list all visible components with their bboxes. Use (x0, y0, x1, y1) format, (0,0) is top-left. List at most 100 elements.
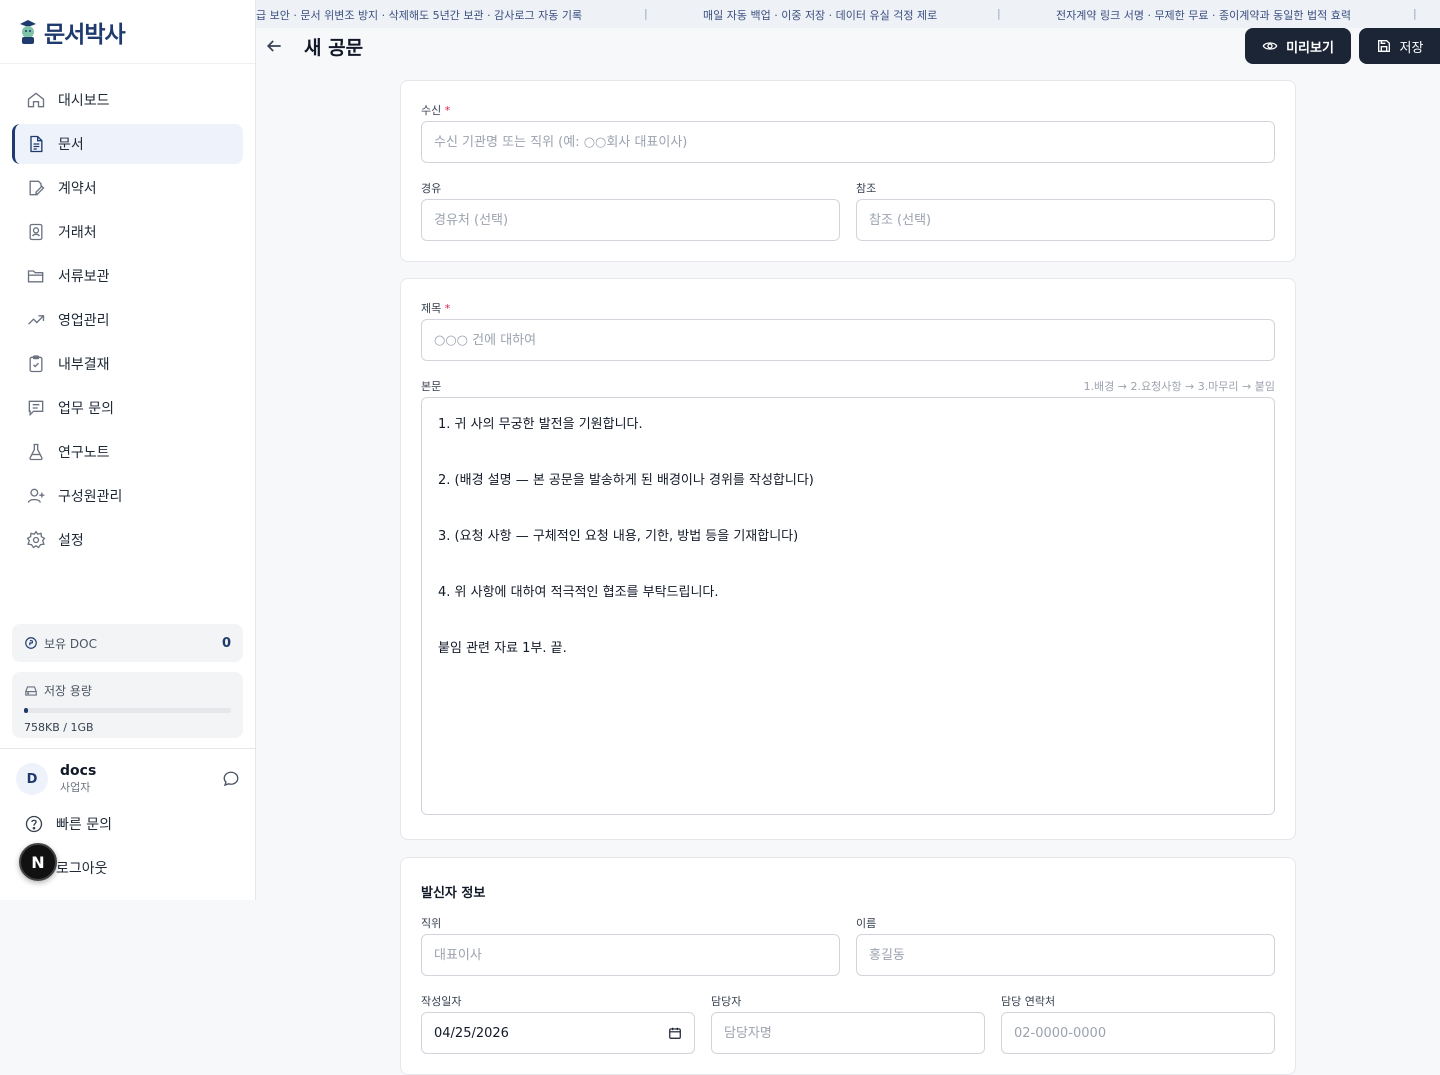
manager-input[interactable] (711, 1012, 985, 1054)
flask-icon (29, 443, 43, 461)
sidebar-item-dashboard[interactable]: 대시보드 (12, 80, 243, 120)
trend-icon (28, 315, 45, 325)
next-dev-badge[interactable]: N (19, 843, 57, 881)
required-mark: * (444, 302, 451, 315)
sidebar-item-approval[interactable]: 내부결재 (12, 344, 243, 384)
title-label-text: 제목 (421, 302, 442, 315)
date-value: 04/25/2026 (434, 1025, 509, 1041)
ticker-item: 매일 자동 백업 · 이중 저장 · 데이터 유실 걱정 제로 (703, 9, 938, 22)
sidebar-item-members[interactable]: 구성원관리 (12, 476, 243, 516)
recipient-label: 수신 * (421, 102, 450, 118)
logo-icon (20, 19, 36, 44)
message-icon (28, 400, 44, 417)
preview-button[interactable]: 미리보기 (1245, 28, 1351, 64)
sidebar-item-label: 서류보관 (58, 269, 110, 285)
contact-input[interactable] (1001, 1012, 1275, 1054)
recipient-label-text: 수신 (421, 104, 442, 117)
chat-icon[interactable] (222, 770, 240, 788)
sidebar-item-sales[interactable]: 영업관리 (12, 300, 243, 340)
gear-icon (26, 530, 46, 549)
sidebar-item-inquiry[interactable]: 업무 문의 (12, 388, 243, 428)
quick-inquiry-label: 빠른 문의 (56, 817, 112, 833)
sidebar-item-settings[interactable]: 설정 (12, 520, 243, 560)
divider (0, 748, 255, 749)
sidebar-item-label: 업무 문의 (58, 401, 114, 417)
position-label: 직위 (421, 917, 442, 930)
contract-icon (29, 180, 45, 196)
app-logo[interactable]: 문서박사 (0, 0, 255, 64)
sidebar-item-documents[interactable]: 문서 (12, 124, 243, 164)
ticker-separator: | (1413, 7, 1417, 20)
hard-drive-icon (25, 685, 37, 696)
body-label: 본문 (421, 380, 442, 393)
document-icon (30, 135, 43, 153)
save-button-label: 저장 (1399, 40, 1424, 56)
recipient-input[interactable] (421, 121, 1275, 163)
ticker-separator: | (997, 7, 1001, 20)
body-textarea[interactable]: 1. 귀 사의 무궁한 발전을 기원합니다. 2. (배경 설명 — 본 공문을… (421, 397, 1275, 815)
title-label: 제목 * (421, 300, 450, 316)
position-input[interactable] (421, 934, 840, 976)
sidebar-item-label: 문서 (58, 137, 84, 153)
doc-balance-value: 0 (221, 635, 231, 651)
preview-button-label: 미리보기 (1286, 40, 1334, 56)
ticker-separator: | (644, 7, 648, 20)
sidebar-item-contracts[interactable]: 계약서 (12, 168, 243, 208)
user-profile[interactable]: D docs 사업자 (16, 760, 240, 798)
name-input[interactable] (856, 934, 1275, 976)
coin-icon (25, 637, 37, 649)
eye-icon (1262, 42, 1278, 50)
app-name: 문서박사 (44, 21, 126, 48)
storage-card: 저장 용량 758KB / 1GB (12, 672, 243, 738)
body-structure-hint: 1.배경 → 2.요청사항 → 3.마무리 → 붙임 (1083, 380, 1275, 393)
sidebar-item-label: 영업관리 (58, 313, 110, 329)
help-circle-icon (25, 815, 43, 833)
cc-input[interactable] (856, 199, 1275, 241)
logout-label: 로그아웃 (56, 861, 108, 877)
sidebar-nav: 대시보드 문서 계약서 거래처 서류보관 영업관리 내부결재 업무 문의 연구노… (0, 64, 255, 560)
user-plus-icon (27, 488, 45, 503)
recipient-panel: 수신 * 경유 참조 (400, 80, 1296, 262)
via-label: 경유 (421, 182, 442, 195)
via-input[interactable] (421, 199, 840, 241)
sidebar-item-label: 거래처 (58, 225, 97, 241)
avatar: D (16, 763, 48, 795)
doc-balance-label: 보유 DOC (44, 636, 97, 651)
calendar-icon[interactable] (668, 1026, 682, 1040)
body-line: 2. (배경 설명 — 본 공문을 발송하게 된 배경이나 경위를 작성합니다) (438, 473, 814, 488)
save-icon (1377, 40, 1390, 52)
content-panel: 제목 * 본문 1.배경 → 2.요청사항 → 3.마무리 → 붙임 1. 귀 … (400, 278, 1296, 840)
notice-ticker: 급 보안 · 문서 위변조 방지 · 삭제해도 5년간 보관 · 감사로그 자동… (256, 0, 1440, 28)
quick-inquiry-link[interactable]: 빠른 문의 (24, 812, 112, 836)
body-line: 3. (요청 사항 — 구체적인 요청 내용, 기한, 방법 등을 기재합니다) (438, 529, 799, 544)
body-line: 4. 위 사항에 대하여 적극적인 협조를 부탁드립니다. (438, 585, 719, 600)
user-name: docs (60, 763, 97, 779)
back-arrow-icon[interactable] (264, 36, 284, 56)
sidebar-item-label: 연구노트 (58, 445, 110, 461)
sidebar-item-label: 설정 (58, 533, 84, 549)
storage-value: 758KB / 1GB (24, 721, 94, 734)
user-role: 사업자 (60, 781, 91, 794)
storage-bar-fill (24, 708, 29, 713)
ticker-item: 급 보안 · 문서 위변조 방지 · 삭제해도 5년간 보관 · 감사로그 자동… (256, 9, 583, 22)
title-input[interactable] (421, 319, 1275, 361)
sidebar-item-label: 계약서 (58, 181, 97, 197)
folder-icon (27, 270, 44, 283)
sidebar-item-archive[interactable]: 서류보관 (12, 256, 243, 296)
sidebar-item-research[interactable]: 연구노트 (12, 432, 243, 472)
body-line: 붙임 관련 자료 1부. 끝. (438, 641, 567, 656)
contact-icon (29, 223, 43, 241)
date-label: 작성일자 (421, 995, 462, 1008)
storage-bar (24, 708, 231, 713)
save-button[interactable]: 저장 (1359, 28, 1440, 64)
sidebar-item-clients[interactable]: 거래처 (12, 212, 243, 252)
date-input[interactable]: 04/25/2026 (421, 1012, 695, 1054)
manager-label: 담당자 (711, 995, 742, 1008)
required-mark: * (444, 104, 451, 117)
sidebar: 문서박사 대시보드 문서 계약서 거래처 서류보관 영업관리 내부결재 업무 문… (0, 0, 256, 900)
cc-label: 참조 (856, 182, 877, 195)
sidebar-item-label: 대시보드 (58, 93, 110, 109)
name-label: 이름 (856, 917, 877, 930)
ticker-item: 전자계약 링크 서명 · 무제한 무료 · 종이계약과 동일한 법적 효력 (1056, 9, 1351, 22)
body-line: 1. 귀 사의 무궁한 발전을 기원합니다. (438, 417, 643, 432)
